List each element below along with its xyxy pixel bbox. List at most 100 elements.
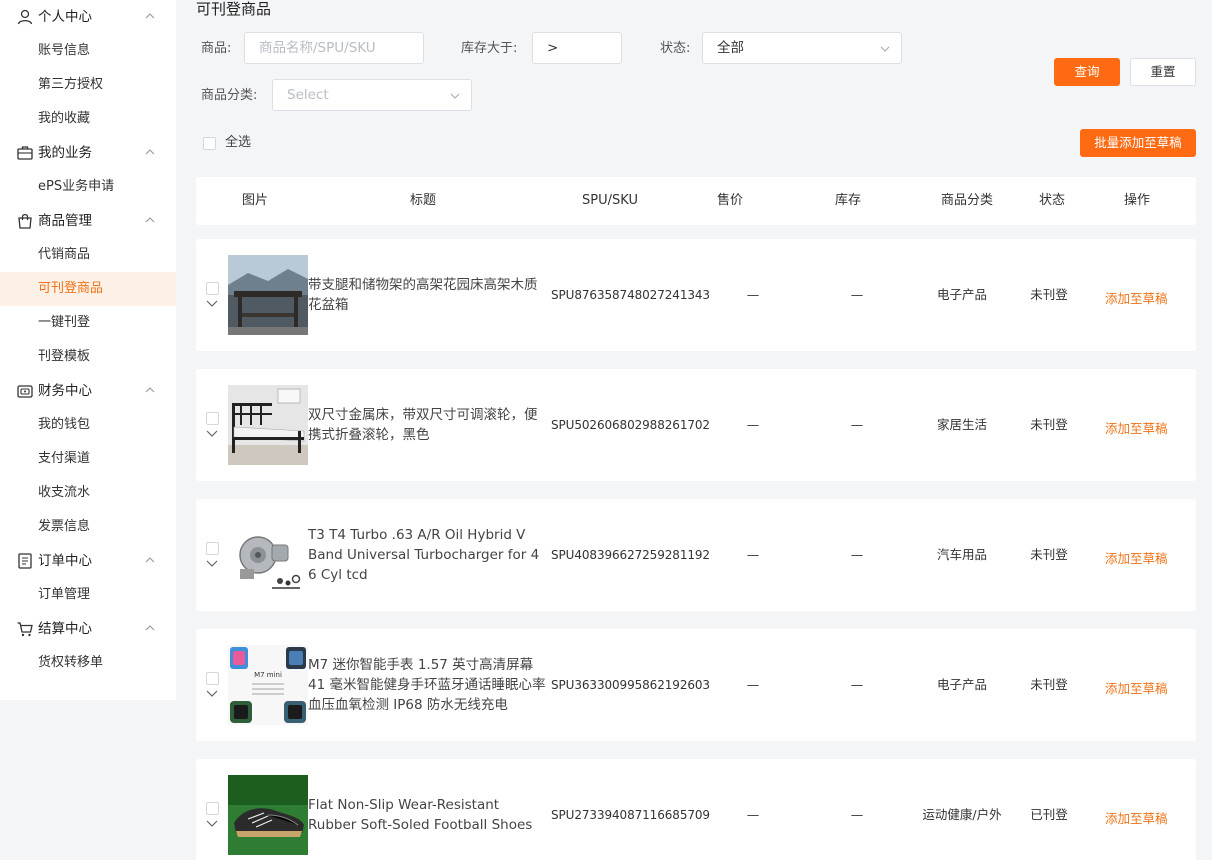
sidebar-item-my-wallet[interactable]: 我的钱包 bbox=[0, 408, 176, 442]
select-all-label: 全选 bbox=[225, 135, 252, 150]
table-row: T3 T4 Turbo .63 A/R Oil Hybrid V Band Un… bbox=[196, 499, 1196, 611]
product-image: M7 mini bbox=[228, 645, 308, 725]
row-checkbox[interactable] bbox=[206, 672, 219, 685]
product-spu: SPU876358748027241343 bbox=[551, 288, 710, 302]
chevron-up-icon bbox=[145, 625, 155, 631]
nav-group-order-center[interactable]: 订单中心 bbox=[0, 544, 176, 578]
sidebar-item-account-info[interactable]: 账号信息 bbox=[0, 34, 176, 68]
product-image bbox=[228, 775, 308, 855]
nav-group-settlement-center[interactable]: 结算中心 bbox=[0, 612, 176, 646]
chevron-down-icon[interactable] bbox=[205, 819, 219, 829]
query-button[interactable]: 查询 bbox=[1054, 58, 1120, 86]
category-select[interactable]: Select bbox=[272, 79, 472, 111]
nav-group-personal-center[interactable]: 个人中心 bbox=[0, 0, 176, 34]
batch-add-to-draft-button[interactable]: 批量添加至草稿 bbox=[1080, 129, 1196, 157]
thumb-text: M7 mini bbox=[254, 671, 282, 679]
product-spu: SPU408396627259281192 bbox=[551, 548, 710, 562]
briefcase-icon bbox=[17, 146, 33, 160]
product-spu: SPU502606802988261702 bbox=[551, 418, 710, 432]
nav-group-product-management[interactable]: 商品管理 bbox=[0, 204, 176, 238]
nav-group-finance-center[interactable]: 财务中心 bbox=[0, 374, 176, 408]
sidebar-item-consignment-products[interactable]: 代销商品 bbox=[0, 238, 176, 272]
add-to-draft-link[interactable]: 添加至草稿 bbox=[1105, 681, 1168, 697]
sidebar-item-title-transfer[interactable]: 货权转移单 bbox=[0, 646, 176, 680]
status-select-value: 全部 bbox=[717, 40, 744, 56]
chevron-down-icon bbox=[880, 46, 890, 52]
add-to-draft-link[interactable]: 添加至草稿 bbox=[1105, 551, 1168, 567]
product-price: — bbox=[746, 287, 760, 302]
sidebar-item-invoice-info[interactable]: 发票信息 bbox=[0, 510, 176, 544]
chevron-up-icon bbox=[145, 13, 155, 19]
sidebar-item-listing-templates[interactable]: 刊登模板 bbox=[0, 340, 176, 374]
chevron-down-icon[interactable] bbox=[205, 559, 219, 569]
row-checkbox[interactable] bbox=[206, 802, 219, 815]
nav-group-label: 商品管理 bbox=[38, 213, 92, 229]
column-header-price: 售价 bbox=[716, 193, 743, 208]
nav-group-label: 我的业务 bbox=[38, 145, 92, 161]
sidebar-item-favorites[interactable]: 我的收藏 bbox=[0, 102, 176, 136]
product-title[interactable]: M7 迷你智能手表 1.57 英寸高清屏幕 41 毫米智能健身手环蓝牙通话睡眠心… bbox=[308, 629, 550, 741]
sidebar-item-third-party-auth[interactable]: 第三方授权 bbox=[0, 68, 176, 102]
status-badge: 未刊登 bbox=[1030, 547, 1068, 562]
add-to-draft-link[interactable]: 添加至草稿 bbox=[1105, 421, 1168, 437]
table-header: 图片 标题 SPU/SKU 售价 库存 商品分类 状态 操作 bbox=[196, 177, 1196, 225]
product-search-input[interactable]: 商品名称/SPU/SKU bbox=[244, 32, 424, 64]
sidebar-item-transactions[interactable]: 收支流水 bbox=[0, 476, 176, 510]
shopping-bag-icon bbox=[18, 213, 32, 229]
column-header-status: 状态 bbox=[1038, 193, 1065, 208]
stock-threshold-input[interactable]: > bbox=[532, 32, 622, 64]
chevron-up-icon bbox=[145, 149, 155, 155]
nav-group-label: 财务中心 bbox=[38, 383, 92, 399]
status-select[interactable]: 全部 bbox=[702, 32, 902, 64]
sidebar: 个人中心 账号信息 第三方授权 我的收藏 我的业务 ePS业务申请 商品管理 代… bbox=[0, 0, 176, 700]
column-header-stock: 库存 bbox=[834, 193, 861, 208]
reset-button[interactable]: 重置 bbox=[1130, 58, 1196, 86]
product-image bbox=[228, 385, 308, 465]
stock-threshold-value: > bbox=[547, 40, 559, 56]
user-icon bbox=[17, 9, 33, 25]
nav-group-my-business[interactable]: 我的业务 bbox=[0, 136, 176, 170]
table-row: Flat Non-Slip Wear-Resistant Rubber Soft… bbox=[196, 759, 1196, 860]
order-icon bbox=[18, 553, 32, 569]
row-checkbox[interactable] bbox=[206, 282, 219, 295]
row-checkbox[interactable] bbox=[206, 412, 219, 425]
column-header-actions: 操作 bbox=[1123, 193, 1150, 208]
product-price: — bbox=[746, 677, 760, 692]
product-title[interactable]: 带支腿和储物架的高架花园床高架木质花盆箱 bbox=[308, 239, 550, 351]
chevron-down-icon[interactable] bbox=[205, 429, 219, 439]
select-all-checkbox[interactable] bbox=[203, 137, 216, 150]
sidebar-item-eps-application[interactable]: ePS业务申请 bbox=[0, 170, 176, 204]
product-category: 汽车用品 bbox=[936, 547, 987, 562]
sidebar-item-order-management[interactable]: 订单管理 bbox=[0, 578, 176, 612]
status-badge: 未刊登 bbox=[1030, 287, 1068, 302]
status-badge: 已刊登 bbox=[1030, 807, 1068, 822]
sidebar-item-payment-channels[interactable]: 支付渠道 bbox=[0, 442, 176, 476]
product-title[interactable]: T3 T4 Turbo .63 A/R Oil Hybrid V Band Un… bbox=[308, 499, 550, 611]
add-to-draft-link[interactable]: 添加至草稿 bbox=[1105, 291, 1168, 307]
sidebar-item-listable-products[interactable]: 可刊登商品 bbox=[0, 272, 176, 306]
category-select-placeholder: Select bbox=[287, 87, 329, 103]
product-stock: — bbox=[850, 677, 864, 692]
row-checkbox[interactable] bbox=[206, 542, 219, 555]
table-row: M7 mini M7 迷你智能手表 1.57 英寸高清屏幕 41 毫米智能健身手… bbox=[196, 629, 1196, 741]
sidebar-item-one-click-listing[interactable]: 一键刊登 bbox=[0, 306, 176, 340]
product-filter-label: 商品: bbox=[201, 41, 232, 56]
product-stock: — bbox=[850, 807, 864, 822]
product-title[interactable]: 双尺寸金属床，带双尺寸可调滚轮，便携式折叠滚轮，黑色 bbox=[308, 369, 550, 481]
chevron-down-icon[interactable] bbox=[205, 299, 219, 309]
product-category: 电子产品 bbox=[936, 677, 987, 692]
add-to-draft-link[interactable]: 添加至草稿 bbox=[1105, 811, 1168, 827]
chevron-down-icon[interactable] bbox=[205, 689, 219, 699]
table-row: 双尺寸金属床，带双尺寸可调滚轮，便携式折叠滚轮，黑色 SPU5026068029… bbox=[196, 369, 1196, 481]
product-image bbox=[228, 255, 308, 335]
column-header-category: 商品分类 bbox=[940, 193, 993, 208]
product-price: — bbox=[746, 417, 760, 432]
chevron-up-icon bbox=[145, 217, 155, 223]
column-header-spu-sku: SPU/SKU bbox=[582, 193, 638, 208]
product-price: — bbox=[746, 547, 760, 562]
chevron-up-icon bbox=[145, 387, 155, 393]
product-stock: — bbox=[850, 547, 864, 562]
table-row: 带支腿和储物架的高架花园床高架木质花盆箱 SPU8763587480272413… bbox=[196, 239, 1196, 351]
product-title[interactable]: Flat Non-Slip Wear-Resistant Rubber Soft… bbox=[308, 759, 550, 860]
product-category: 家居生活 bbox=[936, 417, 987, 432]
